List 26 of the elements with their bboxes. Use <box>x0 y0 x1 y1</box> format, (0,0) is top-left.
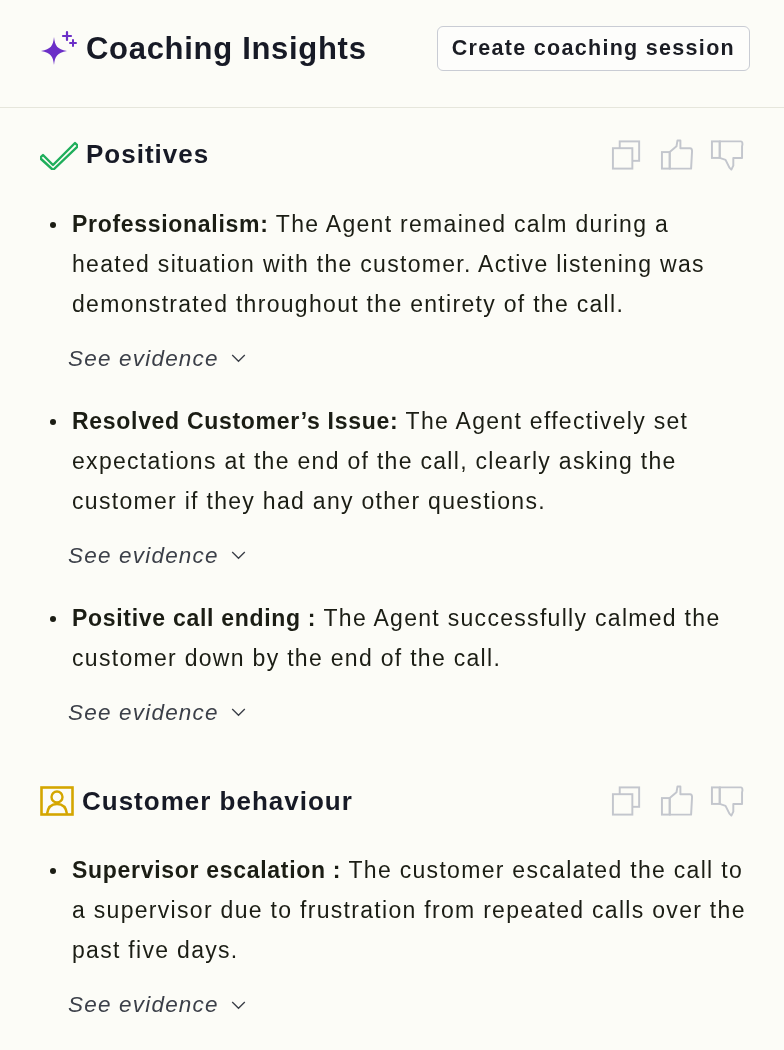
bullet-icon <box>50 222 56 228</box>
thumbs-up-icon[interactable] <box>660 138 694 172</box>
chevron-down-icon <box>230 551 246 561</box>
insight-text: Professionalism: The Agent remained calm during a heated situation with the customer. Active listening was demonstrated throughout the entirety of the call. <box>72 210 706 319</box>
see-evidence-toggle[interactable]: See evidence <box>68 538 246 573</box>
insight-text: Resolved Customer’s Issue: The Agent effectively set expectations at the end of the call, clearly asking the customer if they had any other questions. <box>72 406 690 516</box>
chevron-down-icon <box>230 354 246 364</box>
thumbs-down-icon[interactable] <box>710 138 744 172</box>
page-title: Coaching Insights <box>86 29 367 68</box>
bullet-icon <box>50 418 56 425</box>
chevron-down-icon <box>230 707 246 717</box>
section-heading: Positives <box>86 139 210 171</box>
thumbs-down-icon[interactable] <box>710 784 744 819</box>
bullet-icon <box>50 615 56 622</box>
see-evidence-toggle[interactable]: See evidence <box>68 342 246 376</box>
create-session-button[interactable]: Create coaching session <box>436 26 750 71</box>
insight-text: Supervisor escalation : The customer escalated the call to a supervisor due to frustration from repeated calls over the past five days. <box>72 856 747 966</box>
insight-text: Positive call ending : The Agent successfully calmed the customer down by the end of the call. <box>72 603 722 673</box>
section-heading: Customer behaviour <box>82 785 353 817</box>
chevron-down-icon <box>230 1000 246 1010</box>
person-icon <box>40 786 74 817</box>
thumbs-up-icon[interactable] <box>660 784 694 819</box>
bullet-icon <box>50 868 56 875</box>
see-evidence-toggle[interactable]: See evidence <box>68 988 246 1022</box>
check-icon <box>40 140 78 170</box>
see-evidence-toggle[interactable]: See evidence <box>68 695 246 730</box>
